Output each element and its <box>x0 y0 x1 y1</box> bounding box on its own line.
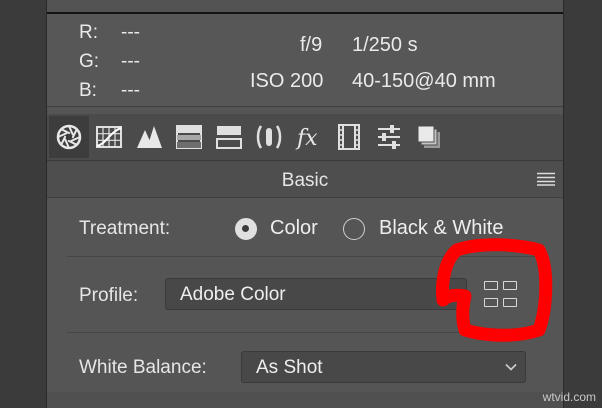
split-toning-icon <box>216 126 242 149</box>
tab-split-toning[interactable] <box>209 116 249 158</box>
white-balance-value: As Shot <box>256 357 323 378</box>
blue-value: --- <box>121 80 140 101</box>
tab-detail[interactable] <box>129 116 169 158</box>
red-value: --- <box>121 22 140 43</box>
hsl-icon <box>176 125 202 149</box>
tone-curve-icon <box>96 126 122 148</box>
readout-area: R: --- G: --- B: --- f/9 1/250 s ISO 200 40… <box>47 14 563 107</box>
red-readout: R: --- <box>79 22 140 44</box>
tab-calibration[interactable] <box>329 116 369 158</box>
treatment-label: Treatment: <box>79 218 171 239</box>
aperture-value: f/9 <box>300 34 323 56</box>
detail-triangles-icon <box>137 126 162 148</box>
camera-calibration-icon <box>338 124 360 150</box>
next-row-edge <box>47 392 563 408</box>
lens-corrections-icon <box>256 125 282 149</box>
svg-text:fx: fx <box>295 126 318 151</box>
treatment-bw-label[interactable]: Black & White <box>379 217 503 240</box>
treatment-color-radio[interactable] <box>235 218 257 240</box>
right-gutter <box>563 0 602 408</box>
tab-lens-corrections[interactable] <box>249 116 289 158</box>
tab-hsl[interactable] <box>169 116 209 158</box>
red-highlight-annotation <box>436 238 553 342</box>
basic-section-header: Basic <box>47 161 563 198</box>
red-label: R: <box>79 22 98 43</box>
lens-value: 40-150@40 mm <box>352 70 496 92</box>
tab-effects[interactable]: fx <box>289 116 329 158</box>
histogram-bottom-edge <box>47 0 563 14</box>
aperture-icon <box>56 124 82 150</box>
presets-sliders-icon <box>378 125 400 149</box>
iso-value: ISO 200 <box>250 70 324 92</box>
effects-fx-icon: fx <box>295 126 318 151</box>
panel-tabs: fx <box>47 114 563 161</box>
white-balance-dropdown[interactable]: As Shot <box>241 351 526 383</box>
treatment-color-label[interactable]: Color <box>270 217 318 240</box>
panel-menu-icon[interactable] <box>537 172 555 186</box>
profile-value: Adobe Color <box>180 284 286 305</box>
blue-readout: B: --- <box>79 80 140 102</box>
white-balance-label: White Balance: <box>79 357 207 378</box>
chevron-down-icon <box>505 363 517 371</box>
left-gutter <box>0 0 47 408</box>
green-label: G: <box>79 51 100 72</box>
green-value: --- <box>121 51 140 72</box>
green-readout: G: --- <box>79 51 140 73</box>
snapshots-icon <box>417 125 440 148</box>
watermark: wtvid.com <box>542 390 596 404</box>
treatment-bw-radio[interactable] <box>343 218 365 240</box>
profile-dropdown[interactable]: Adobe Color <box>165 278 467 310</box>
profile-label: Profile: <box>79 285 139 306</box>
section-title: Basic <box>281 170 329 191</box>
tab-presets[interactable] <box>369 116 409 158</box>
shutter-value: 1/250 s <box>352 34 418 56</box>
tab-snapshots[interactable] <box>409 116 449 158</box>
blue-label: B: <box>79 80 97 101</box>
tab-basic[interactable] <box>49 116 89 158</box>
tab-tone-curve[interactable] <box>89 116 129 158</box>
adjustments-panel: R: --- G: --- B: --- f/9 1/250 s ISO 200 40… <box>47 0 563 408</box>
